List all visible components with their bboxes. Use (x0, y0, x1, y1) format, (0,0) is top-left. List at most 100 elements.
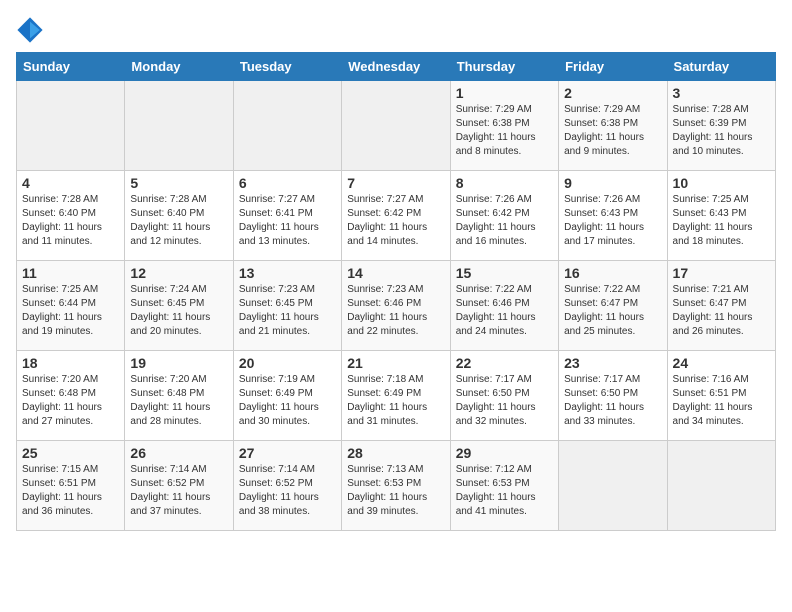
logo-icon (16, 16, 44, 44)
calendar-cell: 23 Sunrise: 7:17 AM Sunset: 6:50 PM Dayli… (559, 351, 667, 441)
day-number: 7 (347, 175, 444, 191)
day-info: Sunrise: 7:25 AM Sunset: 6:44 PM Dayligh… (22, 284, 102, 337)
calendar-cell (17, 81, 125, 171)
calendar-cell: 3 Sunrise: 7:28 AM Sunset: 6:39 PM Daylig… (667, 81, 775, 171)
day-info: Sunrise: 7:23 AM Sunset: 6:45 PM Dayligh… (239, 284, 319, 337)
day-number: 23 (564, 355, 661, 371)
day-number: 8 (456, 175, 553, 191)
day-info: Sunrise: 7:22 AM Sunset: 6:47 PM Dayligh… (564, 284, 644, 337)
calendar-cell: 22 Sunrise: 7:17 AM Sunset: 6:50 PM Dayli… (450, 351, 558, 441)
day-info: Sunrise: 7:13 AM Sunset: 6:53 PM Dayligh… (347, 464, 427, 517)
day-header-thursday: Thursday (450, 53, 558, 81)
day-number: 6 (239, 175, 336, 191)
day-info: Sunrise: 7:14 AM Sunset: 6:52 PM Dayligh… (130, 464, 210, 517)
calendar-cell (667, 441, 775, 531)
day-info: Sunrise: 7:20 AM Sunset: 6:48 PM Dayligh… (130, 374, 210, 427)
day-number: 5 (130, 175, 227, 191)
calendar-cell: 24 Sunrise: 7:16 AM Sunset: 6:51 PM Dayli… (667, 351, 775, 441)
day-header-sunday: Sunday (17, 53, 125, 81)
week-row-1: 1 Sunrise: 7:29 AM Sunset: 6:38 PM Daylig… (17, 81, 776, 171)
calendar-cell: 1 Sunrise: 7:29 AM Sunset: 6:38 PM Daylig… (450, 81, 558, 171)
day-number: 18 (22, 355, 119, 371)
day-info: Sunrise: 7:17 AM Sunset: 6:50 PM Dayligh… (456, 374, 536, 427)
calendar-cell (559, 441, 667, 531)
calendar-cell: 29 Sunrise: 7:12 AM Sunset: 6:53 PM Dayli… (450, 441, 558, 531)
day-number: 15 (456, 265, 553, 281)
day-number: 25 (22, 445, 119, 461)
day-number: 4 (22, 175, 119, 191)
day-number: 27 (239, 445, 336, 461)
day-info: Sunrise: 7:29 AM Sunset: 6:38 PM Dayligh… (456, 104, 536, 157)
day-info: Sunrise: 7:15 AM Sunset: 6:51 PM Dayligh… (22, 464, 102, 517)
calendar-cell: 9Sunrise: 7:26 AM Sunset: 6:43 PM Daylig… (559, 171, 667, 261)
day-number: 26 (130, 445, 227, 461)
calendar-cell (125, 81, 233, 171)
week-row-5: 25 Sunrise: 7:15 AM Sunset: 6:51 PM Dayli… (17, 441, 776, 531)
calendar-body: 1 Sunrise: 7:29 AM Sunset: 6:38 PM Daylig… (17, 81, 776, 531)
day-info: Sunrise: 7:27 AM Sunset: 6:41 PM Dayligh… (239, 194, 319, 247)
calendar-cell: 4 Sunrise: 7:28 AM Sunset: 6:40 PM Daylig… (17, 171, 125, 261)
calendar-table: SundayMondayTuesdayWednesdayThursdayFrid… (16, 52, 776, 531)
calendar-cell: 21 Sunrise: 7:18 AM Sunset: 6:49 PM Dayli… (342, 351, 450, 441)
calendar-cell: 27 Sunrise: 7:14 AM Sunset: 6:52 PM Dayli… (233, 441, 341, 531)
calendar-cell: 14Sunrise: 7:23 AM Sunset: 6:46 PM Dayli… (342, 261, 450, 351)
calendar-cell (233, 81, 341, 171)
calendar-cell: 16Sunrise: 7:22 AM Sunset: 6:47 PM Dayli… (559, 261, 667, 351)
logo (16, 16, 48, 44)
calendar-cell: 13 Sunrise: 7:23 AM Sunset: 6:45 PM Dayli… (233, 261, 341, 351)
calendar-cell: 15 Sunrise: 7:22 AM Sunset: 6:46 PM Dayli… (450, 261, 558, 351)
day-info: Sunrise: 7:17 AM Sunset: 6:50 PM Dayligh… (564, 374, 644, 427)
day-header-tuesday: Tuesday (233, 53, 341, 81)
day-number: 12 (130, 265, 227, 281)
week-row-2: 4 Sunrise: 7:28 AM Sunset: 6:40 PM Daylig… (17, 171, 776, 261)
calendar-cell: 25 Sunrise: 7:15 AM Sunset: 6:51 PM Dayli… (17, 441, 125, 531)
day-number: 1 (456, 85, 553, 101)
calendar-cell: 10Sunrise: 7:25 AM Sunset: 6:43 PM Dayli… (667, 171, 775, 261)
header-row: SundayMondayTuesdayWednesdayThursdayFrid… (17, 53, 776, 81)
day-number: 20 (239, 355, 336, 371)
calendar-cell: 7Sunrise: 7:27 AM Sunset: 6:42 PM Daylig… (342, 171, 450, 261)
day-number: 21 (347, 355, 444, 371)
day-number: 19 (130, 355, 227, 371)
day-number: 3 (673, 85, 770, 101)
day-info: Sunrise: 7:21 AM Sunset: 6:47 PM Dayligh… (673, 284, 753, 337)
day-info: Sunrise: 7:28 AM Sunset: 6:40 PM Dayligh… (22, 194, 102, 247)
day-info: Sunrise: 7:12 AM Sunset: 6:53 PM Dayligh… (456, 464, 536, 517)
day-number: 28 (347, 445, 444, 461)
day-number: 17 (673, 265, 770, 281)
day-number: 9 (564, 175, 661, 191)
day-info: Sunrise: 7:24 AM Sunset: 6:45 PM Dayligh… (130, 284, 210, 337)
calendar-header: SundayMondayTuesdayWednesdayThursdayFrid… (17, 53, 776, 81)
day-info: Sunrise: 7:25 AM Sunset: 6:43 PM Dayligh… (673, 194, 753, 247)
day-info: Sunrise: 7:18 AM Sunset: 6:49 PM Dayligh… (347, 374, 427, 427)
day-info: Sunrise: 7:19 AM Sunset: 6:49 PM Dayligh… (239, 374, 319, 427)
calendar-cell: 5 Sunrise: 7:28 AM Sunset: 6:40 PM Daylig… (125, 171, 233, 261)
day-info: Sunrise: 7:23 AM Sunset: 6:46 PM Dayligh… (347, 284, 427, 337)
day-info: Sunrise: 7:26 AM Sunset: 6:42 PM Dayligh… (456, 194, 536, 247)
day-header-monday: Monday (125, 53, 233, 81)
day-info: Sunrise: 7:29 AM Sunset: 6:38 PM Dayligh… (564, 104, 644, 157)
day-header-saturday: Saturday (667, 53, 775, 81)
day-info: Sunrise: 7:22 AM Sunset: 6:46 PM Dayligh… (456, 284, 536, 337)
page-header (16, 16, 776, 44)
day-number: 22 (456, 355, 553, 371)
calendar-cell: 17 Sunrise: 7:21 AM Sunset: 6:47 PM Dayli… (667, 261, 775, 351)
day-number: 13 (239, 265, 336, 281)
calendar-cell: 12 Sunrise: 7:24 AM Sunset: 6:45 PM Dayli… (125, 261, 233, 351)
day-info: Sunrise: 7:28 AM Sunset: 6:39 PM Dayligh… (673, 104, 753, 157)
day-number: 24 (673, 355, 770, 371)
calendar-cell: 20 Sunrise: 7:19 AM Sunset: 6:49 PM Dayli… (233, 351, 341, 441)
day-info: Sunrise: 7:28 AM Sunset: 6:40 PM Dayligh… (130, 194, 210, 247)
calendar-cell: 18 Sunrise: 7:20 AM Sunset: 6:48 PM Dayli… (17, 351, 125, 441)
calendar-cell: 11 Sunrise: 7:25 AM Sunset: 6:44 PM Dayli… (17, 261, 125, 351)
day-info: Sunrise: 7:16 AM Sunset: 6:51 PM Dayligh… (673, 374, 753, 427)
week-row-3: 11 Sunrise: 7:25 AM Sunset: 6:44 PM Dayli… (17, 261, 776, 351)
day-header-friday: Friday (559, 53, 667, 81)
day-header-wednesday: Wednesday (342, 53, 450, 81)
calendar-cell (342, 81, 450, 171)
day-number: 29 (456, 445, 553, 461)
day-number: 11 (22, 265, 119, 281)
day-info: Sunrise: 7:14 AM Sunset: 6:52 PM Dayligh… (239, 464, 319, 517)
day-info: Sunrise: 7:20 AM Sunset: 6:48 PM Dayligh… (22, 374, 102, 427)
calendar-cell: 2Sunrise: 7:29 AM Sunset: 6:38 PM Daylig… (559, 81, 667, 171)
